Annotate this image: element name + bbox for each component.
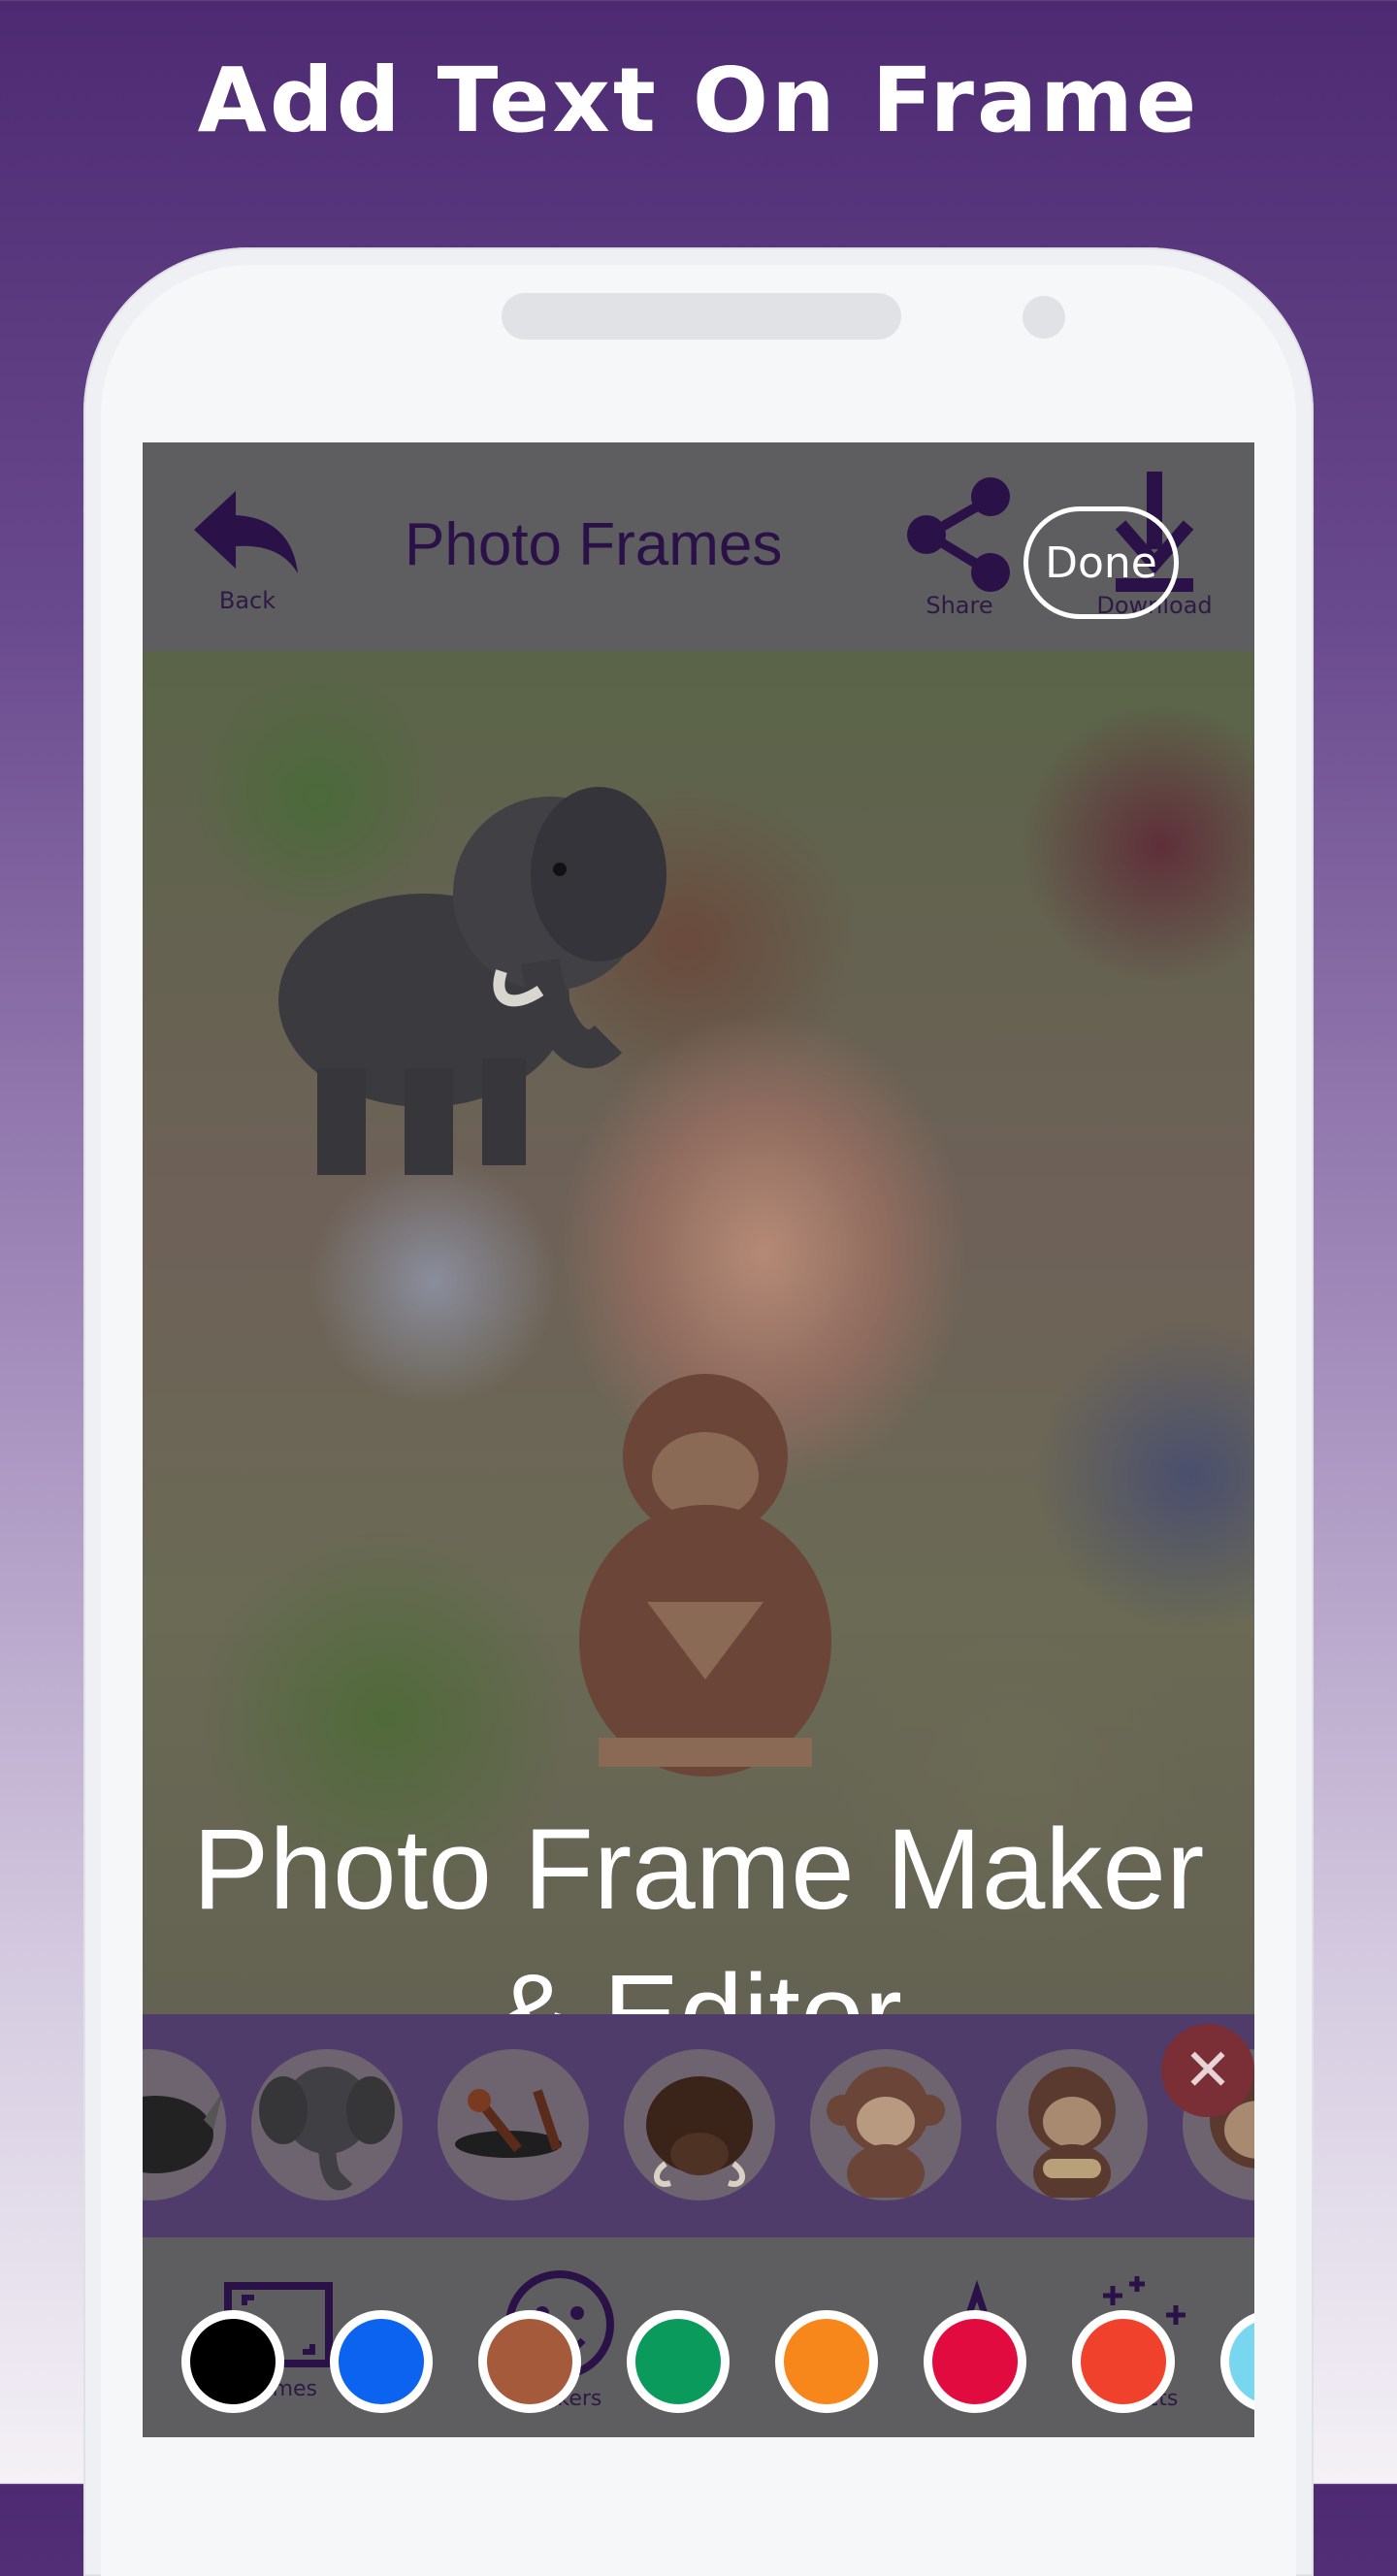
color-swatch-orange[interactable] — [775, 2310, 878, 2413]
elephant-sticker[interactable] — [259, 777, 696, 1185]
overlay-text-line1: Photo Frame Maker — [192, 1806, 1205, 1934]
share-button[interactable]: Share — [901, 472, 1018, 619]
phone-speaker — [502, 293, 901, 340]
done-button[interactable]: Done — [1023, 506, 1179, 619]
monkey-sticker[interactable] — [810, 2049, 961, 2201]
back-arrow-icon — [194, 491, 298, 573]
phone-camera — [1023, 296, 1065, 339]
color-swatch-green[interactable] — [627, 2310, 730, 2413]
rhino-sticker[interactable] — [143, 2049, 226, 2201]
headline: Add Text On Frame — [197, 49, 1200, 152]
color-swatch-black[interactable] — [181, 2310, 284, 2413]
color-swatch-red[interactable] — [1072, 2310, 1175, 2413]
monkey-sticker-2[interactable] — [996, 2049, 1148, 2201]
app-title: Photo Frames — [405, 511, 783, 578]
close-sticker-strip-button[interactable]: ✕ — [1161, 2024, 1254, 2117]
color-swatch-blue[interactable] — [330, 2310, 433, 2413]
grasshopper-sticker[interactable] — [438, 2049, 589, 2201]
warthog-sticker[interactable] — [624, 2049, 775, 2201]
elephant-sticker-thumb[interactable] — [251, 2049, 403, 2201]
monkey-sticker-on-photo[interactable] — [531, 1369, 880, 1777]
sticker-strip[interactable]: ✕ — [143, 2014, 1254, 2237]
app-toolbar: Back Photo Frames Share Download Done — [143, 442, 1254, 651]
share-icon — [907, 477, 1010, 592]
back-label: Back — [218, 587, 276, 614]
app-screen: Back Photo Frames Share Download Done Ph… — [143, 442, 1254, 2437]
close-icon: ✕ — [1183, 2037, 1233, 2104]
color-swatch-brown[interactable] — [478, 2310, 581, 2413]
color-swatch-crimson[interactable] — [924, 2310, 1026, 2413]
back-button[interactable]: Back — [189, 486, 306, 614]
